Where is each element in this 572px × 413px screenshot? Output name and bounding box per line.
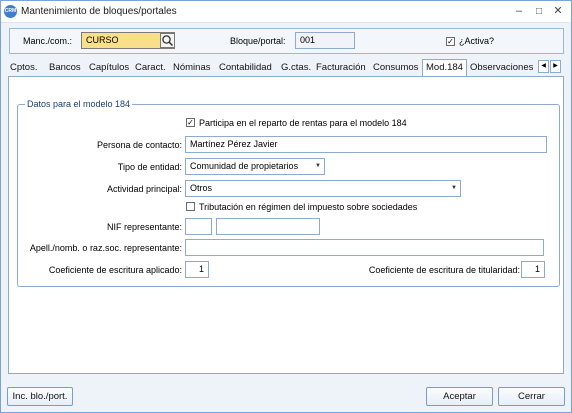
tab-capitulos[interactable]: Capítulos: [89, 62, 129, 73]
group-title: Datos para el modelo 184: [25, 99, 133, 109]
tab-strip: Cptos. Bancos Capítulos Caract. Nóminas …: [9, 59, 564, 77]
participa-label: Participa en el reparto de rentas para e…: [199, 118, 407, 128]
apell-label: Apell./nomb. o raz.soc. representante:: [29, 243, 182, 253]
tab-consumos[interactable]: Consumos: [373, 62, 418, 73]
tab-panel-mod184: Datos para el modelo 184 ✓ Participa en …: [8, 76, 564, 374]
nif-label: NIF representante:: [106, 222, 182, 232]
actividad-value: Otros: [190, 183, 213, 193]
maximize-icon[interactable]: □: [531, 4, 547, 19]
aceptar-button[interactable]: Aceptar: [426, 387, 493, 406]
arrow-left-icon: ◀: [541, 63, 546, 69]
participa-checkbox[interactable]: ✓: [186, 118, 195, 127]
contacto-field[interactable]: Martínez Pérez Javier: [185, 136, 547, 153]
tab-gctas[interactable]: G.ctas.: [281, 62, 311, 73]
actividad-select[interactable]: Otros ▼: [185, 180, 461, 197]
tab-scroll-right-button[interactable]: ▶: [550, 60, 561, 73]
arrow-right-icon: ▶: [553, 63, 558, 69]
window-title: Mantenimiento de bloques/portales: [21, 6, 177, 17]
activa-checkbox[interactable]: ✓: [446, 37, 455, 46]
inc-blo-port-button[interactable]: Inc. blo./port.: [7, 387, 73, 406]
contacto-label: Persona de contacto:: [96, 140, 182, 150]
coef-aplicado-label: Coeficiente de escritura aplicado:: [48, 265, 182, 275]
tab-mod184[interactable]: Mod.184: [422, 59, 467, 77]
tipo-entidad-label: Tipo de entidad:: [117, 162, 182, 172]
nif-field[interactable]: [216, 218, 320, 235]
checkmark-icon: ✓: [187, 118, 194, 127]
title-bar: CRM Mantenimiento de bloques/portales – …: [1, 1, 571, 23]
tab-bancos[interactable]: Bancos: [49, 62, 81, 73]
cerrar-button[interactable]: Cerrar: [498, 387, 565, 406]
bloque-field[interactable]: 001: [295, 32, 355, 49]
tab-facturacion[interactable]: Facturación: [316, 62, 366, 73]
tab-scroll-left-button[interactable]: ◀: [538, 60, 549, 73]
tab-observaciones[interactable]: Observaciones: [470, 62, 533, 73]
record-bar: Manc./com.: CURSO Bloque/portal: 001 ✓ ¿…: [9, 28, 564, 54]
tipo-entidad-select[interactable]: Comunidad de propietarios ▼: [185, 158, 325, 175]
tab-contabilidad[interactable]: Contabilidad: [219, 62, 272, 73]
apell-field[interactable]: [185, 239, 544, 256]
tab-nominas[interactable]: Nóminas: [173, 62, 211, 73]
search-button[interactable]: [160, 33, 175, 48]
tab-caract[interactable]: Caract.: [135, 62, 166, 73]
window: CRM Mantenimiento de bloques/portales – …: [0, 0, 572, 413]
nif-prefix-field[interactable]: [185, 218, 212, 235]
chevron-down-icon: ▼: [315, 163, 321, 169]
bloque-label: Bloque/portal:: [230, 36, 286, 46]
close-icon[interactable]: ✕: [550, 4, 566, 19]
chevron-down-icon: ▼: [451, 185, 457, 191]
minimize-icon[interactable]: –: [511, 4, 527, 19]
search-icon: [162, 35, 174, 47]
activa-label: ¿Activa?: [459, 36, 495, 46]
coef-aplicado-field[interactable]: 1: [185, 261, 209, 278]
tipo-entidad-value: Comunidad de propietarios: [190, 161, 299, 171]
tab-cptos[interactable]: Cptos.: [10, 62, 37, 73]
actividad-label: Actividad principal:: [106, 184, 182, 194]
checkmark-icon: ✓: [447, 37, 454, 46]
tributacion-label: Tributación en régimen del impuesto sobr…: [199, 202, 418, 212]
coef-titularidad-label: Coeficiente de escritura de titularidad:: [368, 265, 520, 275]
app-logo-icon: CRM: [4, 5, 17, 18]
coef-titularidad-field[interactable]: 1: [521, 261, 545, 278]
modelo184-group: Datos para el modelo 184 ✓ Participa en …: [17, 99, 560, 287]
manc-label: Manc./com.:: [23, 36, 73, 46]
tributacion-checkbox[interactable]: [186, 202, 195, 211]
